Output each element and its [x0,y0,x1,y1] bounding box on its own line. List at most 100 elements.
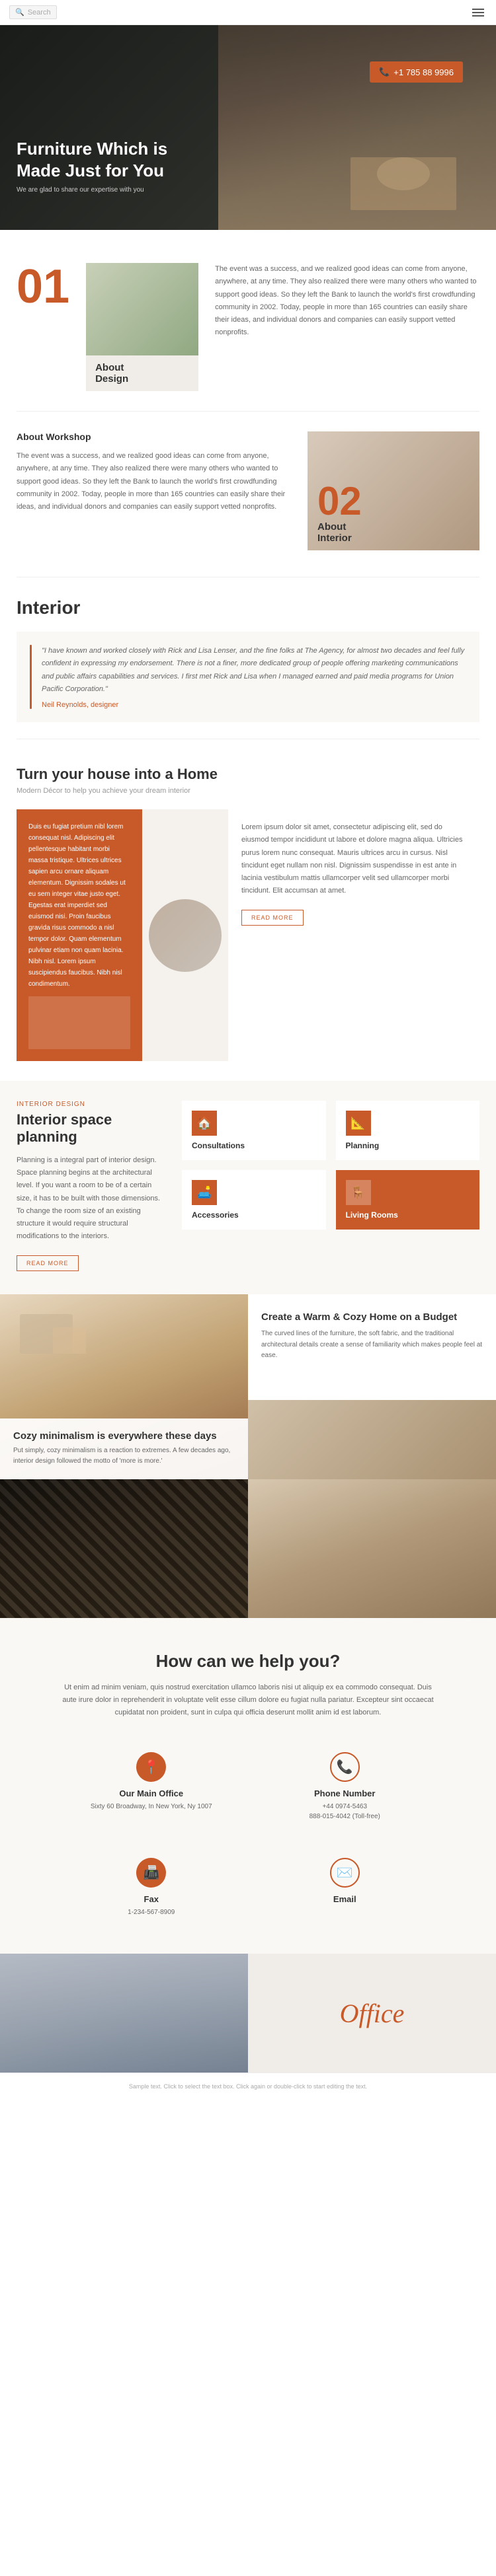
living-title: Living Rooms [346,1210,470,1220]
house-right-text: Lorem ipsum dolor sit amet, consectetur … [241,821,466,898]
house-grid: Duis eu fugiat pretium nibl lorem conseq… [17,809,479,1061]
main-office-icon: 📍 [136,1752,166,1782]
planning-title: Interior space planning [17,1111,162,1146]
house-center-panel [142,809,228,1061]
house-right-panel: Lorem ipsum dolor sit amet, consectetur … [228,809,479,1061]
planning-service-title: Planning [346,1141,470,1150]
testimonial-text: "I have known and worked closely with Ri… [42,645,466,696]
cozy-section: Cozy minimalism is everywhere these days… [0,1294,496,1479]
consultations-icon: 🏠 [192,1111,217,1136]
about-interior-label: About Interior [317,521,362,544]
contact-email: ✉️ Email [257,1848,434,1927]
phone-contact-title: Phone Number [267,1788,424,1798]
section-number-02: 02 [317,482,362,521]
interior-heading: Interior [17,597,479,618]
fullwidth-dark-right [248,1479,496,1618]
cozy-left: Cozy minimalism is everywhere these days… [0,1294,248,1479]
interior-section: Interior "I have known and worked closel… [0,577,496,739]
navbar: 🔍 Search [0,0,496,25]
testimonial-author: Neil Reynolds, designer [42,701,466,709]
main-office-title: Our Main Office [73,1788,230,1798]
hero-phone[interactable]: 📞 +1 785 88 9996 [370,61,463,83]
house-left-panel: Duis eu fugiat pretium nibl lorem conseq… [17,809,142,1061]
email-icon: ✉️ [330,1858,360,1888]
section02: 02 About Interior [308,431,479,550]
service-card-accessories: 🛋️ Accessories [182,1170,326,1230]
warm-cozy-title: Create a Warm & Cozy Home on a Budget [261,1311,483,1324]
about-design-left: About Design [86,263,198,391]
read-more-button-2[interactable]: READ MORE [17,1255,79,1271]
about-design-image [86,263,198,355]
hero-title: Furniture Which is Made Just for You [17,138,167,181]
house-home-title: Turn your house into a Home [17,766,479,783]
help-title: How can we help you? [17,1651,479,1672]
section01-text: The event was a success, and we realized… [215,263,479,340]
fullwidth-dark-left [0,1479,248,1618]
phone-icon: 📞 [379,67,390,77]
hamburger-menu[interactable] [470,6,487,19]
office-text-panel: Office [248,1954,496,2073]
hero-section: 📞 +1 785 88 9996 Furniture Which is Made… [0,25,496,230]
living-icon: 🪑 [346,1180,371,1205]
phone-contact-number2: 888-015-4042 (Toll-free) [267,1812,424,1822]
house-home-section: Turn your house into a Home Modern Décor… [0,739,496,1081]
cozy-right: Create a Warm & Cozy Home on a Budget Th… [248,1294,496,1479]
contact-phone: 📞 Phone Number +44 0974-5463 888-015-404… [257,1742,434,1831]
accessories-icon: 🛋️ [192,1180,217,1205]
about-workshop: About Workshop The event was a success, … [17,431,308,550]
section-about-design: 01 About Design The event was a success,… [0,230,496,411]
footer-text: Sample text. Click to select the text bo… [17,2083,479,2090]
testimonial-box: "I have known and worked closely with Ri… [17,632,479,722]
office-image [0,1954,248,2073]
planning-section: Interior Design Interior space planning … [0,1081,496,1294]
house-home-subtitle: Modern Décor to help you achieve your dr… [17,787,479,795]
contact-main-office: 📍 Our Main Office Sixty 60 Broadway, In … [63,1742,240,1831]
contact-fax: 📠 Fax 1-234-567-8909 [63,1848,240,1927]
office-label: Office [340,1998,405,2029]
planning-icon: 📐 [346,1111,371,1136]
phone-contact-number1: +44 0974-5463 [267,1802,424,1812]
planning-label: Interior Design [17,1101,162,1108]
section-number-01: 01 [17,263,69,311]
house-left-image [28,996,130,1049]
fax-number: 1-234-567-8909 [73,1907,230,1917]
main-office-address: Sixty 60 Broadway, In New York, Ny 1007 [73,1802,230,1812]
email-title: Email [267,1894,424,1904]
footer: Sample text. Click to select the text bo… [0,2073,496,2100]
cozy-title: Cozy minimalism is everywhere these days [13,1430,235,1442]
service-card-planning: 📐 Planning [336,1101,480,1160]
cozy-text: Put simply, cozy minimalism is a reactio… [13,1446,235,1467]
hero-content: Furniture Which is Made Just for You We … [17,138,167,194]
office-section: Office [0,1954,496,2073]
about-design-label: About Design [86,355,198,391]
fax-icon: 📠 [136,1858,166,1888]
house-center-image [149,899,222,972]
service-card-consultations: 🏠 Consultations [182,1101,326,1160]
search-label: Search [28,9,51,17]
cozy-overlay: Cozy minimalism is everywhere these days… [0,1418,248,1479]
workshop-text: The event was a success, and we realized… [17,450,291,513]
search-icon: 🔍 [15,8,24,17]
warm-cozy-text: The curved lines of the furniture, the s… [261,1329,483,1362]
planning-services-grid: 🏠 Consultations 📐 Planning 🛋️ Accessorie… [182,1101,479,1230]
search-box[interactable]: 🔍 Search [9,5,57,19]
help-text: Ut enim ad minim veniam, quis nostrud ex… [56,1681,440,1720]
help-section: How can we help you? Ut enim ad minim ve… [0,1618,496,1954]
contact-grid: 📍 Our Main Office Sixty 60 Broadway, In … [63,1742,433,1927]
hero-subtitle: We are glad to share our expertise with … [17,186,167,194]
phone-contact-icon: 📞 [330,1752,360,1782]
testimonial-bar [30,645,32,709]
planning-left: Interior Design Interior space planning … [17,1101,162,1271]
hero-phone-number: +1 785 88 9996 [393,67,454,77]
workshop-title: About Workshop [17,431,291,442]
accessories-title: Accessories [192,1210,316,1220]
planning-text: Planning is a integral part of interior … [17,1154,162,1243]
consultations-title: Consultations [192,1141,316,1150]
read-more-button-1[interactable]: READ MORE [241,910,304,926]
fax-title: Fax [73,1894,230,1904]
warm-cozy-image [248,1400,496,1479]
workshop-interior-row: About Workshop The event was a success, … [0,412,496,577]
warm-cozy-text-box: Create a Warm & Cozy Home on a Budget Th… [248,1294,496,1400]
service-card-living: 🪑 Living Rooms [336,1170,480,1230]
fullwidth-dark-image [0,1479,496,1618]
